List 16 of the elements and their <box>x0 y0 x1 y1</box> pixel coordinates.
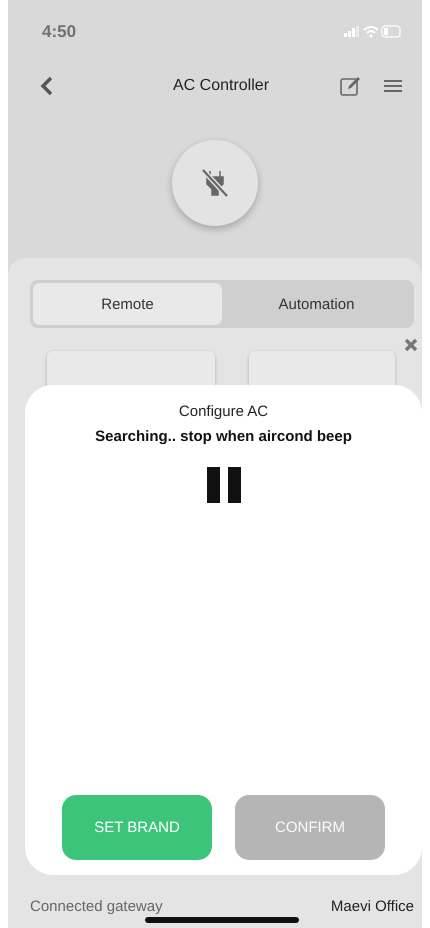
close-icon[interactable] <box>404 338 418 352</box>
edit-icon[interactable] <box>340 76 362 96</box>
gateway-label: Connected gateway <box>30 898 163 915</box>
dialog-title: Configure AC <box>178 403 268 420</box>
gateway-name: Maevi Office <box>330 898 414 915</box>
status-time: 4:50 <box>42 22 76 42</box>
tab[interactable]: Automation <box>222 283 411 325</box>
page-title: AC Controller <box>172 77 270 95</box>
back-icon[interactable] <box>40 76 54 96</box>
unplugged-icon <box>200 167 230 199</box>
tab[interactable]: Remote <box>33 283 222 325</box>
dialog-message: Searching.. stop when aircond beep <box>95 428 352 445</box>
menu-icon[interactable] <box>384 79 402 93</box>
status-icons <box>344 25 402 39</box>
pause-icon[interactable] <box>206 467 240 503</box>
power-button[interactable] <box>172 140 258 226</box>
